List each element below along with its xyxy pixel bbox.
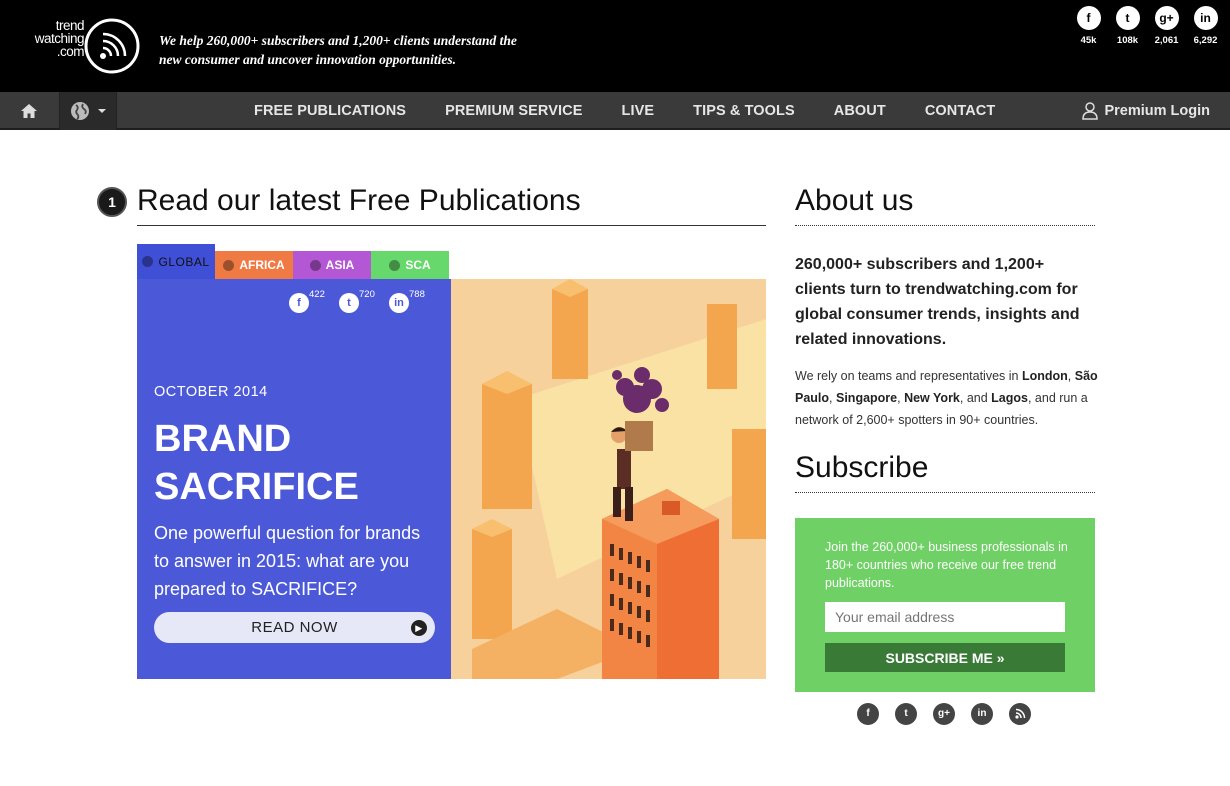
publication-title-line: BRAND (154, 418, 292, 460)
nav-live[interactable]: LIVE (621, 103, 654, 119)
premium-login-label: Premium Login (1104, 103, 1210, 119)
twitter-icon[interactable]: t (895, 703, 917, 725)
globe-icon (142, 256, 154, 267)
home-button[interactable] (0, 92, 58, 130)
page: trend watching .com We help 260,000+ sub… (0, 0, 1230, 786)
about-heading: About us (795, 184, 914, 217)
read-now-label: READ NOW (251, 619, 338, 636)
logo-signal-icon (84, 18, 140, 74)
facebook-icon: f (1076, 6, 1101, 30)
globe-icon (71, 102, 89, 120)
publication-title: BRAND SACRIFICE (154, 415, 434, 511)
region-tabs: GLOBAL AFRICA ASIA SCA (137, 244, 449, 279)
tab-asia-label: ASIA (325, 258, 355, 272)
region-selector[interactable] (59, 92, 117, 130)
city-singapore: Singapore (836, 391, 898, 405)
publications-heading: Read our latest Free Publications (137, 184, 581, 217)
logo[interactable]: trend watching .com (28, 17, 143, 77)
globe-icon (389, 259, 401, 271)
divider (137, 225, 766, 226)
twitter-icon: t (1115, 6, 1140, 30)
header-googleplus[interactable]: g+ 2,061 (1154, 6, 1179, 46)
divider (795, 225, 1095, 226)
linkedin-share-count: 788 (409, 289, 425, 300)
publication-date: OCTOBER 2014 (154, 384, 268, 400)
twitter-icon: t (339, 293, 359, 313)
tagline: We help 260,000+ subscribers and 1,200+ … (159, 33, 517, 67)
section-number-badge: 1 (97, 187, 127, 217)
publication-share-counts: f 422 t 720 in 788 (287, 289, 425, 313)
main-nav: FREE PUBLICATIONS PREMIUM SERVICE LIVE T… (0, 92, 1230, 130)
city-london: London (1021, 369, 1068, 383)
tab-sca-label: SCA (405, 258, 431, 272)
tab-asia[interactable]: ASIA (293, 251, 371, 279)
nav-about[interactable]: ABOUT (834, 103, 886, 119)
featured-publication[interactable]: f 422 t 720 in 788 OCTOBER 2014 BRAND SA… (137, 279, 766, 679)
tab-africa-label: AFRICA (239, 258, 285, 272)
globe-icon (309, 259, 321, 271)
share-facebook[interactable]: f 422 (287, 289, 325, 313)
divider (795, 492, 1095, 493)
subscribe-text: Join the 260,000+ business professionals… (825, 540, 1068, 590)
linkedin-icon: in (1193, 6, 1218, 30)
googleplus-count: 2,061 (1154, 35, 1179, 46)
email-input[interactable] (825, 602, 1065, 632)
nav-links: FREE PUBLICATIONS PREMIUM SERVICE LIVE T… (254, 92, 1034, 130)
linkedin-count: 6,292 (1193, 35, 1218, 46)
header-twitter[interactable]: t 108k (1115, 6, 1140, 46)
header-linkedin[interactable]: in 6,292 (1193, 6, 1218, 46)
header-facebook[interactable]: f 45k (1076, 6, 1101, 46)
share-linkedin[interactable]: in 788 (387, 289, 425, 313)
city-lagos: Lagos (991, 391, 1028, 405)
publication-description: One powerful question for brands to answ… (154, 523, 421, 599)
facebook-icon[interactable]: f (857, 703, 879, 725)
home-icon (21, 104, 37, 118)
footer-social-links: f t g+ in (857, 703, 1031, 725)
subscribe-button[interactable]: SUBSCRIBE ME » (825, 643, 1065, 672)
linkedin-icon: in (389, 293, 409, 313)
chevron-down-icon (98, 109, 106, 113)
nav-free-publications[interactable]: FREE PUBLICATIONS (254, 103, 406, 119)
googleplus-icon: g+ (1154, 6, 1179, 30)
premium-login-button[interactable]: Premium Login (1082, 92, 1210, 130)
city-new-york: New York (904, 391, 960, 405)
read-now-button[interactable]: READ NOW ▶ (154, 612, 435, 643)
facebook-count: 45k (1080, 35, 1097, 46)
user-icon (1082, 102, 1099, 120)
top-header: trend watching .com We help 260,000+ sub… (0, 0, 1230, 92)
facebook-icon: f (289, 293, 309, 313)
rss-icon[interactable] (1009, 703, 1031, 725)
logo-text: trend watching .com (34, 18, 85, 59)
tab-global[interactable]: GLOBAL (137, 244, 215, 279)
nav-contact[interactable]: CONTACT (925, 103, 996, 119)
globe-icon (223, 259, 235, 271)
tab-africa[interactable]: AFRICA (215, 251, 293, 279)
tab-global-label: GLOBAL (158, 254, 210, 269)
subscribe-heading: Subscribe (795, 451, 929, 484)
publication-title-line: SACRIFICE (154, 466, 359, 508)
about-lead: 260,000+ subscribers and 1,200+ clients … (795, 256, 1080, 348)
facebook-share-count: 422 (309, 289, 325, 300)
linkedin-icon[interactable]: in (971, 703, 993, 725)
rss-glyph (1015, 708, 1026, 719)
googleplus-icon[interactable]: g+ (933, 703, 955, 725)
nav-tips-tools[interactable]: TIPS & TOOLS (693, 103, 795, 119)
arrow-right-icon: ▶ (411, 620, 427, 636)
publication-info-panel: f 422 t 720 in 788 OCTOBER 2014 BRAND SA… (137, 279, 451, 679)
header-social-counts: f 45k t 108k g+ 2,061 in 6,292 (1076, 6, 1218, 46)
tab-sca[interactable]: SCA (371, 251, 449, 279)
subscribe-box: Join the 260,000+ business professionals… (795, 518, 1095, 692)
twitter-share-count: 720 (359, 289, 375, 300)
nav-premium-service[interactable]: PREMIUM SERVICE (445, 103, 582, 119)
share-twitter[interactable]: t 720 (337, 289, 375, 313)
about-body: We rely on teams and representatives in … (795, 369, 1098, 427)
twitter-count: 108k (1116, 35, 1139, 46)
